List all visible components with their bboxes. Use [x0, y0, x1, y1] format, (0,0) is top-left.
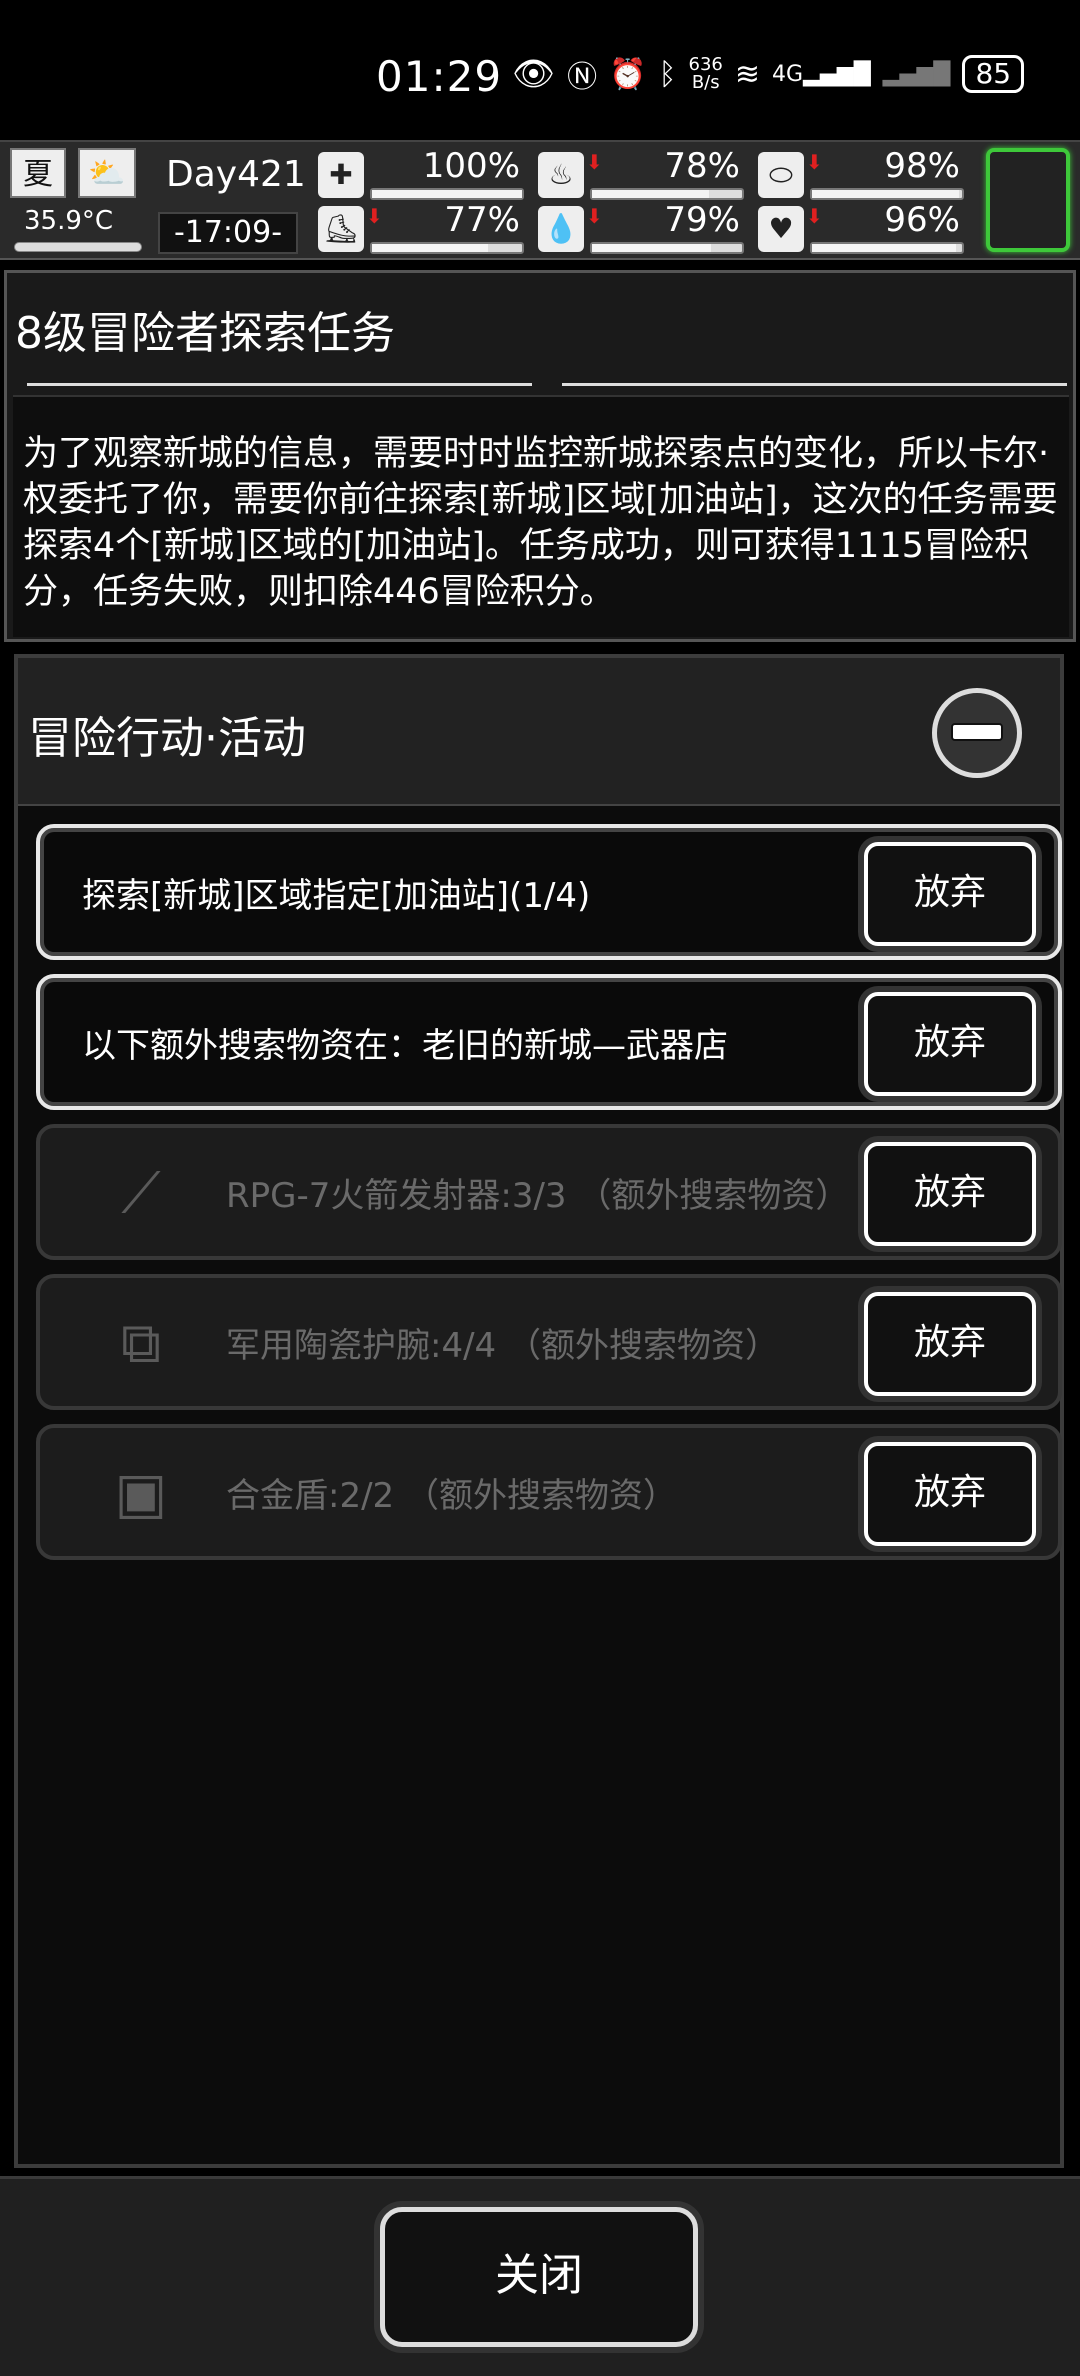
task-text: RPG-7火箭发射器:3/3 （额外搜索物资）	[226, 1176, 850, 1216]
shield-icon: ▣	[114, 1461, 168, 1526]
task-text: 探索[新城]区域指定[加油站](1/4)	[82, 876, 591, 916]
survival-hud: 夏 ⛅ 35.9°C Day421 -17:09- ✚ 100% ♨ ⬇ 78%…	[0, 140, 1080, 260]
task-item: ⧉ 军用陶瓷护腕:4/4 （额外搜索物资） 放弃	[36, 1274, 1062, 1410]
minus-icon	[951, 723, 1003, 741]
signal-icon: 4G▂▄▆█	[772, 61, 871, 87]
task-item: 探索[新城]区域指定[加油站](1/4) 放弃	[36, 824, 1062, 960]
water-drop-icon: 💧	[538, 206, 584, 252]
net-speed: 636 B/s	[688, 54, 723, 93]
close-button[interactable]: 关闭	[380, 2207, 698, 2347]
mission-description-box: 为了观察新城的信息，需要时时监控新城探索点的变化，所以卡尔·权委托了你，需要你前…	[13, 395, 1069, 637]
activity-panel: 冒险行动·活动 探索[新城]区域指定[加油站](1/4) 放弃 以下额外搜索物资…	[14, 654, 1064, 2168]
decrease-arrow-icon: ⬇	[366, 204, 383, 228]
task-item: ⟋ RPG-7火箭发射器:3/3 （额外搜索物资） 放弃	[36, 1124, 1062, 1260]
pill-icon: ⬭	[758, 152, 804, 198]
decrease-arrow-icon: ⬇	[806, 150, 823, 174]
stat-mood: ♥ ⬇ 96%	[758, 200, 968, 256]
task-text: 合金盾:2/2 （额外搜索物资）	[226, 1476, 677, 1516]
decrease-arrow-icon: ⬇	[586, 204, 603, 228]
season-badge: 夏	[10, 148, 66, 198]
quick-slot-button[interactable]	[986, 148, 1070, 252]
collapse-button[interactable]	[932, 688, 1022, 778]
abandon-button[interactable]: 放弃	[864, 842, 1036, 946]
activity-header: 冒险行动·活动	[18, 658, 1060, 806]
task-text: 以下额外搜索物资在：老旧的新城—武器店	[82, 1026, 728, 1066]
rocket-launcher-icon: ⟋	[121, 1161, 161, 1226]
abandon-button[interactable]: 放弃	[864, 1292, 1036, 1396]
game-clock: -17:09-	[158, 212, 298, 254]
wifi-icon: ≋	[734, 56, 761, 92]
signal-secondary-icon: ▂▄▆█	[882, 61, 951, 87]
stat-stomach: ♨ ⬇ 78%	[538, 146, 748, 202]
task-item: ▣ 合金盾:2/2 （额外搜索物资） 放弃	[36, 1424, 1062, 1560]
mission-title: 8级冒险者探索任务	[15, 308, 395, 359]
task-item: 以下额外搜索物资在：老旧的新城—武器店 放弃	[36, 974, 1062, 1110]
abandon-button[interactable]: 放弃	[864, 1142, 1036, 1246]
medkit-icon: ✚	[318, 152, 364, 198]
status-bar: 01:29 👁 Ⓝ ⏰ ᛒ 636 B/s ≋ 4G▂▄▆█ ▂▄▆█ 85	[0, 0, 1080, 140]
stat-health: ✚ 100%	[318, 146, 528, 202]
abandon-button[interactable]: 放弃	[864, 1442, 1036, 1546]
alarm-icon: ⏰	[609, 56, 647, 92]
stat-stamina: ⛸ ⬇ 77%	[318, 200, 528, 256]
stomach-icon: ♨	[538, 152, 584, 198]
season-weather: 夏 ⛅ 35.9°C	[10, 148, 142, 258]
temperature: 35.9°C	[24, 206, 114, 236]
bluetooth-icon: ᛒ	[658, 56, 677, 92]
status-time: 01:29	[376, 52, 503, 101]
decrease-arrow-icon: ⬇	[586, 150, 603, 174]
abandon-button[interactable]: 放弃	[864, 992, 1036, 1096]
boot-icon: ⛸	[318, 206, 364, 252]
temperature-bar	[14, 242, 142, 252]
bottom-bar: 关闭	[0, 2176, 1080, 2376]
heart-icon: ♥	[758, 206, 804, 252]
divider	[27, 383, 1067, 387]
mission-panel: 8级冒险者探索任务 为了观察新城的信息，需要时时监控新城探索点的变化，所以卡尔·…	[4, 270, 1076, 642]
eye-icon: 👁	[512, 54, 556, 94]
bracer-icon: ⧉	[121, 1311, 161, 1376]
weather-icon: ⛅	[78, 148, 136, 198]
day-display: Day421 -17:09-	[158, 148, 306, 258]
day-counter: Day421	[166, 154, 306, 195]
stat-water: 💧 ⬇ 79%	[538, 200, 748, 256]
task-text: 军用陶瓷护腕:4/4 （额外搜索物资）	[226, 1326, 779, 1366]
mission-description: 为了观察新城的信息，需要时时监控新城探索点的变化，所以卡尔·权委托了你，需要你前…	[23, 434, 1058, 612]
activity-title: 冒险行动·活动	[28, 713, 306, 764]
stat-pill: ⬭ ⬇ 98%	[758, 146, 968, 202]
nfc-icon: Ⓝ	[567, 60, 598, 95]
status-icons: 👁 Ⓝ ⏰ ᛒ 636 B/s ≋ 4G▂▄▆█ ▂▄▆█ 85	[512, 52, 1025, 96]
decrease-arrow-icon: ⬇	[806, 204, 823, 228]
battery-indicator: 85	[962, 55, 1025, 93]
